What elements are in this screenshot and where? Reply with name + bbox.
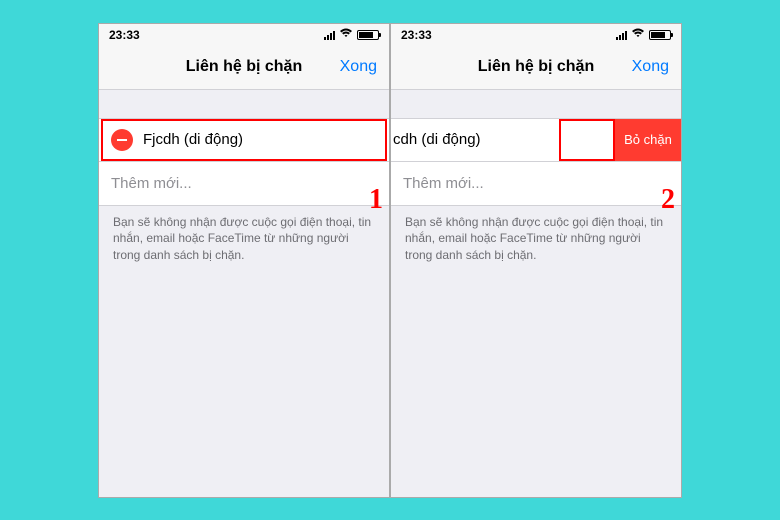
add-new-row[interactable]: Thêm mới... — [99, 162, 389, 206]
footer-description: Bạn sẽ không nhận được cuộc gọi điện tho… — [391, 206, 681, 272]
nav-bar: Liên hệ bị chặn Xong — [391, 46, 681, 90]
status-bar: 23:33 — [99, 24, 389, 46]
status-indicators — [616, 28, 671, 41]
battery-icon — [357, 30, 379, 40]
signal-icon — [324, 30, 335, 40]
step-label-2: 2 — [661, 184, 675, 216]
add-new-label: Thêm mới... — [111, 175, 192, 192]
wifi-icon — [339, 28, 353, 41]
highlight-box — [559, 119, 615, 161]
phone-screen-1: 23:33 Liên hệ bị chặn Xong Fjcdh (di độn… — [98, 23, 390, 498]
contact-row-swiped[interactable]: cdh (di động) Bỏ chặn — [391, 118, 681, 162]
signal-icon — [616, 30, 627, 40]
delete-icon[interactable] — [111, 129, 133, 151]
status-time: 23:33 — [401, 28, 432, 42]
unblock-label: Bỏ chặn — [624, 132, 672, 147]
add-new-row[interactable]: Thêm mới... — [391, 162, 681, 206]
battery-icon — [649, 30, 671, 40]
step-label-1: 1 — [369, 184, 383, 216]
done-button[interactable]: Xong — [340, 58, 377, 76]
swipe-gap — [559, 119, 615, 161]
contact-name: Fjcdh (di động) — [143, 131, 243, 148]
footer-description: Bạn sẽ không nhận được cuộc gọi điện tho… — [99, 206, 389, 272]
wifi-icon — [631, 28, 645, 41]
blocked-list: cdh (di động) Bỏ chặn Thêm mới... — [391, 118, 681, 206]
nav-title: Liên hệ bị chặn — [478, 58, 594, 76]
add-new-label: Thêm mới... — [403, 175, 484, 192]
done-button[interactable]: Xong — [632, 58, 669, 76]
status-indicators — [324, 28, 379, 41]
nav-title: Liên hệ bị chặn — [186, 58, 302, 76]
unblock-button[interactable]: Bỏ chặn — [615, 119, 681, 161]
status-bar: 23:33 — [391, 24, 681, 46]
contact-name: cdh (di động) — [391, 131, 481, 148]
blocked-list: Fjcdh (di động) Thêm mới... — [99, 118, 389, 206]
phone-screen-2: 23:33 Liên hệ bị chặn Xong cdh (di động)… — [390, 23, 682, 498]
contact-row[interactable]: Fjcdh (di động) — [99, 118, 389, 162]
status-time: 23:33 — [109, 28, 140, 42]
nav-bar: Liên hệ bị chặn Xong — [99, 46, 389, 90]
